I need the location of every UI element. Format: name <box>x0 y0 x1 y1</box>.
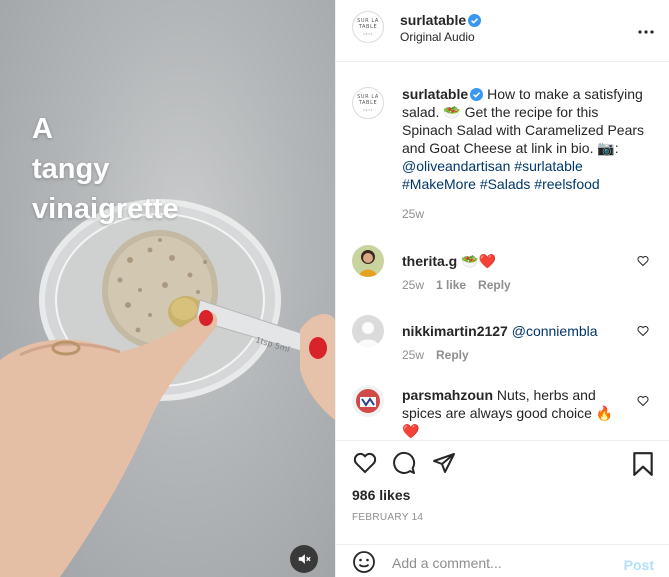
like-heart-icon[interactable] <box>352 451 378 475</box>
comment-meta: 25w 1 like Reply <box>402 278 511 292</box>
heart-emoji: ❤️ <box>402 423 420 439</box>
post-date[interactable]: FEBRUARY 14 <box>352 512 423 523</box>
commenter-avatar[interactable] <box>352 315 384 347</box>
reel-video[interactable]: 1tsp 5ml A tangy vinaigrette <box>0 0 335 577</box>
mention-link[interactable]: @oliveandartisan <box>402 158 510 174</box>
hashtag-link[interactable]: #Salads <box>480 176 531 192</box>
salad-emoji: 🥗 <box>443 104 461 120</box>
add-comment-bar: Post <box>336 544 669 577</box>
fire-emoji: 🔥 <box>595 405 614 421</box>
speaker-muted-icon <box>298 554 311 564</box>
camera-emoji: 📷 <box>597 140 615 156</box>
comment-meta: 25w Reply <box>402 348 469 362</box>
more-options-button[interactable] <box>638 18 654 39</box>
comment-input[interactable] <box>392 555 612 571</box>
comment-emojis: 🥗❤️ <box>461 253 496 269</box>
video-frame-illustration: 1tsp 5ml <box>0 199 335 577</box>
comments-scroll-area[interactable]: SUR LA TABLE 1972 surlatable How to make … <box>336 63 669 440</box>
hashtag-link[interactable]: #surlatable <box>514 158 583 174</box>
profile-photo-icon <box>352 245 384 277</box>
overlay-line: tangy <box>32 153 110 185</box>
account-avatar[interactable]: SUR LA TABLE 1972 <box>352 11 384 43</box>
comment-text: therita.g 🥗❤️ <box>402 252 632 270</box>
more-horizontal-icon <box>638 30 654 34</box>
comment-username[interactable]: parsmahzoun <box>402 387 493 403</box>
comment-username[interactable]: therita.g <box>402 253 457 269</box>
overlay-line: vinaigrette <box>32 193 179 225</box>
reply-button[interactable]: Reply <box>478 278 511 292</box>
comment-like-icon[interactable] <box>637 395 649 407</box>
mute-button[interactable] <box>290 545 318 573</box>
comment-like-icon[interactable] <box>637 255 649 267</box>
comment-like-icon[interactable] <box>637 325 649 337</box>
logo-line: TABLE <box>358 23 378 30</box>
share-send-icon[interactable] <box>432 451 456 475</box>
comment-time[interactable]: 25w <box>402 348 424 362</box>
commenter-avatar[interactable] <box>352 245 384 277</box>
comment-bubble-icon[interactable] <box>392 451 416 475</box>
caption-timestamp[interactable]: 25w <box>402 207 424 221</box>
logo-line: 1972 <box>362 31 374 36</box>
likes-count[interactable]: 986 likes <box>352 487 410 503</box>
reply-button[interactable]: Reply <box>436 348 469 362</box>
video-overlay-text: A tangy vinaigrette <box>32 109 179 229</box>
audio-label[interactable]: Original Audio <box>400 30 475 44</box>
hashtag-link[interactable]: #MakeMore <box>402 176 476 192</box>
comment-likes[interactable]: 1 like <box>436 278 466 292</box>
emoji-smiley-icon[interactable] <box>352 550 376 574</box>
post-comment-button[interactable]: Post <box>624 557 654 573</box>
overlay-line: A <box>32 113 53 145</box>
post-details-panel: SUR LA TABLE 1972 surlatable Original Au… <box>335 0 669 577</box>
post-header: SUR LA TABLE 1972 surlatable Original Au… <box>336 0 669 62</box>
logo-line: TABLE <box>358 99 378 106</box>
caption-username[interactable]: surlatable <box>402 86 468 102</box>
bookmark-icon[interactable] <box>632 451 654 477</box>
hashtag-link[interactable]: #reelsfood <box>534 176 599 192</box>
logo-line: 1972 <box>362 107 374 112</box>
post-actions: 986 likes FEBRUARY 14 Post <box>336 440 669 577</box>
caption-segment: : <box>614 140 619 156</box>
comment-time[interactable]: 25w <box>402 278 424 292</box>
comment-text: parsmahzoun Nuts, herbs and spices are a… <box>402 386 632 440</box>
caption-text: surlatable How to make a satisfying salad… <box>402 85 652 193</box>
header-username[interactable]: surlatable <box>400 12 466 28</box>
comment-username[interactable]: nikkimartin2127 <box>402 323 508 339</box>
profile-photo-icon <box>352 385 384 417</box>
mention-link[interactable]: @conniembla <box>512 323 598 339</box>
caption-avatar[interactable]: SUR LA TABLE 1972 <box>352 87 384 119</box>
verified-badge-icon <box>470 88 484 101</box>
verified-badge-icon <box>468 14 482 27</box>
commenter-avatar[interactable] <box>352 385 384 417</box>
default-avatar-icon <box>352 315 384 347</box>
comment-text: nikkimartin2127 @conniembla <box>402 322 632 340</box>
